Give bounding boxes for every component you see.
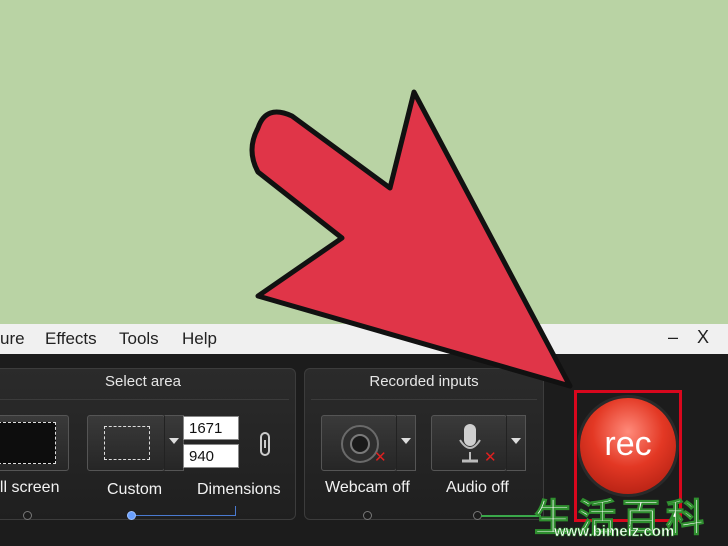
watermark-url: www.bimeiz.com xyxy=(554,523,675,541)
pointer-arrow-icon xyxy=(249,89,573,389)
watermark: 生活百科 www.bimeiz.com xyxy=(530,487,726,543)
